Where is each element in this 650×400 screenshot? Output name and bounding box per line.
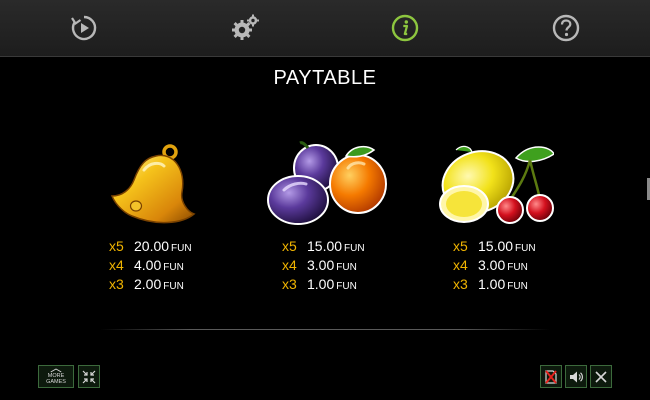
payout-row: x4 4.00 FUN (109, 257, 193, 276)
payout-amount: 4.00 FUN (134, 257, 184, 273)
payout-row: x3 2.00 FUN (109, 276, 193, 295)
payout-multiplier: x3 (109, 276, 124, 292)
payout-multiplier: x3 (453, 276, 468, 292)
lemon-cherry-payout-list: x5 15.00 FUN x4 3.00 FUN x3 1.00 FUN (453, 238, 537, 295)
bell-payout-list: x5 20.00 FUN x4 4.00 FUN x3 2.00 FUN (109, 238, 193, 295)
more-games-label-bottom: GAMES (46, 379, 66, 385)
sound-button[interactable] (565, 365, 587, 388)
bell-icon (110, 144, 196, 224)
payout-amount: 2.00 FUN (134, 276, 184, 292)
info-icon (391, 14, 419, 42)
paytable-screen: PAYTABLE x5 20.00 FUN x4 4.00 FUN x3 2.0… (0, 0, 650, 400)
payout-row: x3 1.00 FUN (453, 276, 537, 295)
payout-unit: FUN (507, 262, 528, 273)
payout-multiplier: x3 (282, 276, 297, 292)
gear-icon (232, 14, 259, 40)
payout-amount: 1.00 FUN (478, 276, 528, 292)
payout-amount: 1.00 FUN (307, 276, 357, 292)
payout-multiplier: x4 (282, 257, 297, 273)
info-button[interactable] (387, 10, 423, 46)
payout-amount: 3.00 FUN (478, 257, 528, 273)
close-icon (595, 370, 607, 383)
payout-row: x4 3.00 FUN (453, 257, 537, 276)
plum-orange-payout-list: x5 15.00 FUN x4 3.00 FUN x3 1.00 FUN (282, 238, 366, 295)
payout-unit: FUN (163, 262, 184, 273)
replay-icon (71, 15, 97, 41)
help-button[interactable] (548, 10, 584, 46)
payout-multiplier: x5 (109, 238, 124, 254)
top-nav-bar (0, 0, 650, 57)
sound-icon (570, 371, 583, 382)
turbo-toggle-button[interactable] (540, 365, 562, 388)
payout-multiplier: x4 (109, 257, 124, 273)
lemon-cherry-icon (439, 145, 554, 224)
payout-row: x4 3.00 FUN (282, 257, 366, 276)
payout-unit: FUN (336, 262, 357, 273)
payout-row: x3 1.00 FUN (282, 276, 366, 295)
minimize-icon (82, 370, 96, 383)
turbo-off-icon (545, 369, 557, 384)
payout-unit: FUN (507, 281, 528, 292)
payout-row: x5 20.00 FUN (109, 238, 193, 257)
payout-unit: FUN (336, 281, 357, 292)
more-games-button[interactable]: MORE GAMES (38, 365, 74, 388)
minimize-button[interactable] (78, 365, 100, 388)
payout-amount: 3.00 FUN (307, 257, 357, 273)
payout-amount: 15.00 FUN (478, 238, 536, 254)
payout-multiplier: x5 (282, 238, 297, 254)
page-title: PAYTABLE (273, 67, 377, 89)
payout-row: x5 15.00 FUN (453, 238, 537, 257)
payout-unit: FUN (515, 243, 536, 254)
payout-unit: FUN (344, 243, 365, 254)
payout-amount: 20.00 FUN (134, 238, 192, 254)
payout-multiplier: x5 (453, 238, 468, 254)
plum-orange-icon (267, 141, 387, 225)
payout-row: x5 15.00 FUN (282, 238, 366, 257)
payout-multiplier: x4 (453, 257, 468, 273)
replay-button[interactable] (66, 10, 102, 46)
section-divider (100, 329, 550, 330)
help-icon (552, 14, 580, 42)
payout-unit: FUN (171, 243, 192, 254)
close-button[interactable] (590, 365, 612, 388)
payout-unit: FUN (163, 281, 184, 292)
settings-button[interactable] (227, 10, 263, 46)
payout-amount: 15.00 FUN (307, 238, 365, 254)
